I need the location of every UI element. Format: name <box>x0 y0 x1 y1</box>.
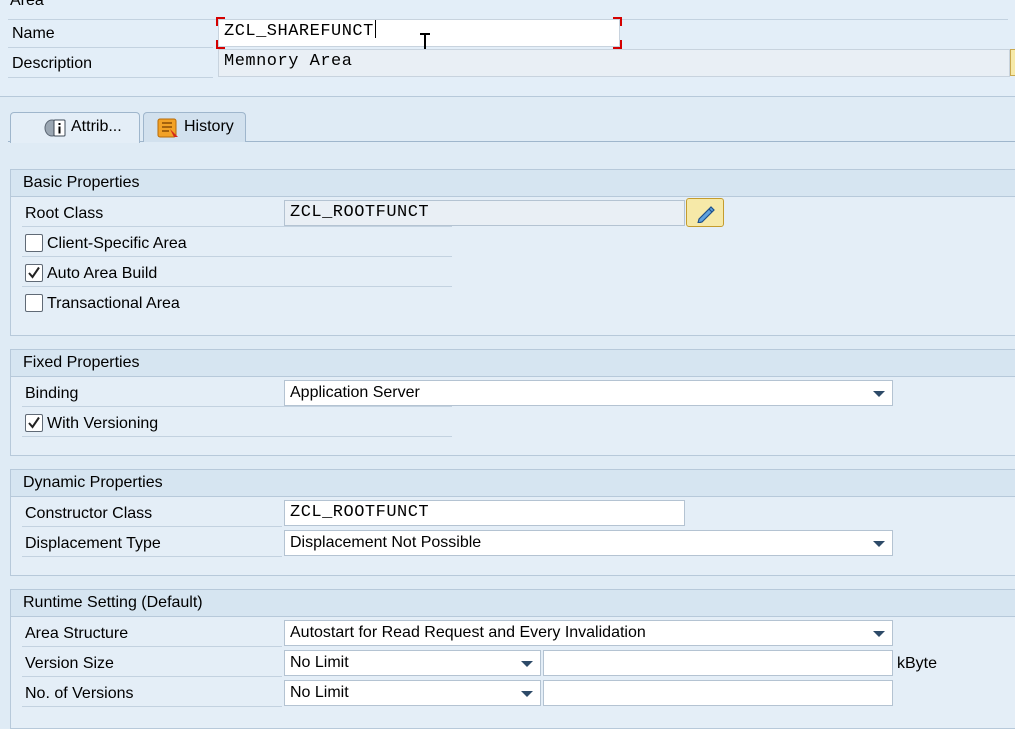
tab-history-label: History <box>184 118 234 135</box>
number-of-versions-value: No Limit <box>290 684 349 701</box>
focus-corner-tr <box>613 17 622 26</box>
area-section-title: Area <box>10 0 44 9</box>
text-cursor <box>374 20 376 38</box>
focus-corner-tl <box>216 17 225 26</box>
auto-area-build-label: Auto Area Build <box>47 265 158 282</box>
chevron-down-icon <box>873 391 885 397</box>
binding-value: Application Server <box>290 384 420 401</box>
fixed-properties-title: Fixed Properties <box>11 350 1015 377</box>
version-size-label: Version Size <box>25 655 114 672</box>
root-class-label: Root Class <box>25 205 104 222</box>
checkmark-icon <box>28 266 40 279</box>
area-structure-select[interactable]: Autostart for Read Request and Every Inv… <box>284 620 893 646</box>
focus-corner-bl <box>216 40 225 49</box>
tab-attributes[interactable]: Attrib... <box>10 112 140 143</box>
area-structure-label: Area Structure <box>25 625 129 642</box>
edit-root-class-button[interactable] <box>686 198 724 227</box>
number-of-versions-label: No. of Versions <box>25 685 134 702</box>
auto-area-build-checkbox[interactable] <box>25 264 43 282</box>
displacement-type-label: Displacement Type <box>25 535 161 552</box>
binding-select[interactable]: Application Server <box>284 380 893 406</box>
with-versioning-checkbox[interactable] <box>25 414 43 432</box>
constructor-class-input[interactable]: ZCL_ROOTFUNCT <box>284 500 685 526</box>
attributes-icon <box>44 119 66 137</box>
description-input[interactable]: Memnory Area <box>218 49 1010 77</box>
root-class-input[interactable]: ZCL_ROOTFUNCT <box>284 200 685 226</box>
basic-properties-title: Basic Properties <box>11 170 1015 197</box>
version-size-amount-input[interactable] <box>543 650 893 676</box>
dynamic-properties-title: Dynamic Properties <box>11 470 1015 497</box>
number-of-versions-select[interactable]: No Limit <box>284 680 541 706</box>
description-label: Description <box>12 55 93 72</box>
tab-history[interactable]: History <box>143 112 246 142</box>
area-name-value: ZCL_SHAREFUNCT <box>224 22 374 41</box>
description-value: Memnory Area <box>224 52 353 71</box>
with-versioning-label: With Versioning <box>47 415 159 432</box>
chevron-down-icon <box>521 691 533 697</box>
checkmark-icon <box>28 416 40 429</box>
transactional-area-label: Transactional Area <box>47 295 180 312</box>
displacement-type-select[interactable]: Displacement Not Possible <box>284 530 893 556</box>
focus-corner-br <box>613 40 622 49</box>
version-size-value: No Limit <box>290 654 349 671</box>
description-help-button[interactable] <box>1010 49 1015 76</box>
chevron-down-icon <box>873 631 885 637</box>
client-specific-checkbox[interactable] <box>25 234 43 252</box>
displacement-type-value: Displacement Not Possible <box>290 534 482 551</box>
client-specific-label: Client-Specific Area <box>47 235 187 252</box>
area-structure-value: Autostart for Read Request and Every Inv… <box>290 624 646 641</box>
pencil-icon <box>697 206 715 223</box>
tab-attributes-label: Attrib... <box>71 118 122 135</box>
binding-label: Binding <box>25 385 79 402</box>
number-of-versions-amount-input[interactable] <box>543 680 893 706</box>
transactional-area-checkbox[interactable] <box>25 294 43 312</box>
chevron-down-icon <box>521 661 533 667</box>
constructor-class-label: Constructor Class <box>25 505 153 522</box>
name-label: Name <box>12 25 55 42</box>
chevron-down-icon <box>873 541 885 547</box>
runtime-setting-title: Runtime Setting (Default) <box>11 590 1015 617</box>
version-size-unit: kByte <box>897 655 938 672</box>
version-size-select[interactable]: No Limit <box>284 650 541 676</box>
history-icon <box>157 118 178 138</box>
